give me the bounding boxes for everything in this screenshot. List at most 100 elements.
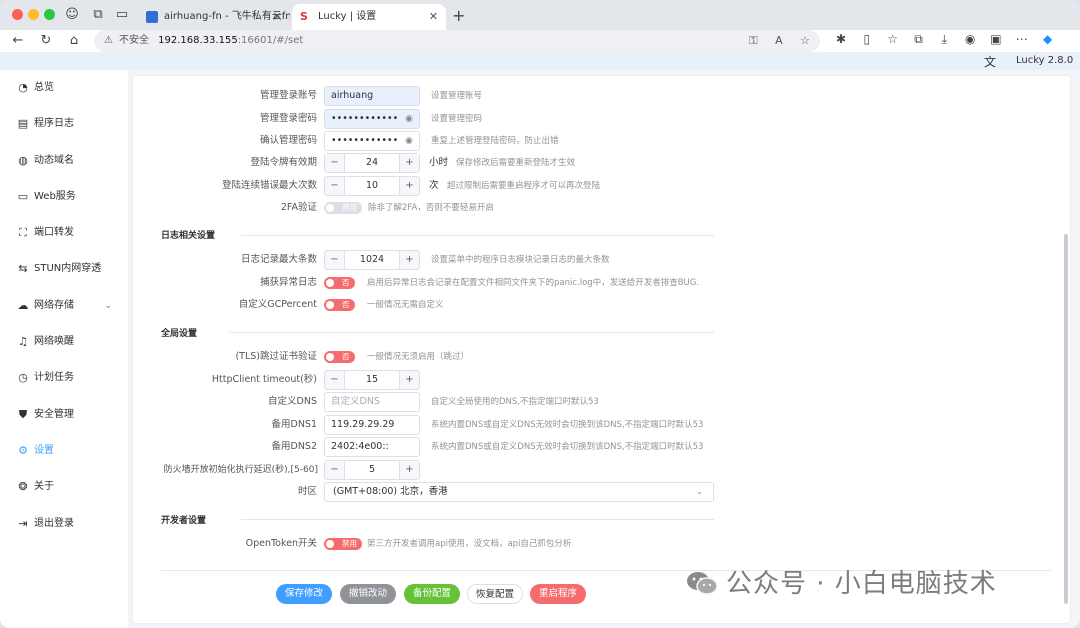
- http-timeout-stepper[interactable]: −15 +: [324, 370, 420, 390]
- stepper-value[interactable]: 15: [345, 371, 399, 389]
- stepper-value[interactable]: 5: [345, 461, 399, 479]
- home-icon[interactable]: ⌂: [65, 32, 83, 50]
- sidebar-item-ddns[interactable]: ◍ 动态域名: [0, 149, 128, 173]
- account-hint: 设置管理账号: [431, 91, 483, 101]
- tab-airhuang-fn[interactable]: airhuang-fn - 飞牛私有云fnOS ✕: [138, 4, 290, 30]
- stepper-value[interactable]: 10: [345, 177, 399, 195]
- sidebar-item-wol[interactable]: ♫ 网络唤醒: [0, 330, 128, 354]
- download-icon[interactable]: ⤓: [933, 32, 955, 47]
- copilot-icon[interactable]: ◆: [1037, 32, 1059, 46]
- sidebar-item-settings[interactable]: ⚙ 设置: [0, 439, 128, 463]
- screenshot-icon[interactable]: ▣: [985, 32, 1007, 46]
- decrement-button[interactable]: −: [325, 154, 345, 172]
- stepper-value[interactable]: 24: [345, 154, 399, 172]
- collections-icon[interactable]: ⧉: [90, 7, 106, 23]
- decrement-button[interactable]: −: [325, 251, 345, 269]
- firewall-delay-row: 防火墙开放初始化执行延迟(秒),[5-60] −5 +: [133, 460, 1072, 480]
- scrollbar[interactable]: [1064, 234, 1068, 604]
- back-icon[interactable]: ←: [9, 32, 27, 50]
- tab-lucky-settings[interactable]: S Lucky | 设置 ✕: [292, 4, 446, 30]
- eye-icon[interactable]: ◉: [405, 132, 413, 150]
- close-tab-icon[interactable]: ✕: [429, 4, 438, 30]
- collections-toolbar-icon[interactable]: ⧉: [907, 32, 929, 47]
- profile-icon[interactable]: ☺: [64, 7, 80, 23]
- account-label: 管理登录账号: [259, 90, 317, 101]
- log-section-title: 日志相关设置: [161, 231, 216, 241]
- extensions-icon[interactable]: ✱: [830, 32, 852, 46]
- new-tab-icon[interactable]: +: [452, 6, 465, 25]
- address-bar[interactable]: ⚠ 不安全 192.168.33.155:16601/#/set ⚿ A ☆: [94, 30, 820, 52]
- max-logs-stepper[interactable]: −1024 +: [324, 250, 420, 270]
- sidebar-item-storage[interactable]: ☁ 网络存储 ⌄: [0, 294, 128, 318]
- custom-dns-input[interactable]: 自定义DNS: [324, 392, 420, 412]
- twofa-switch[interactable]: 禁用: [324, 202, 362, 214]
- opentoken-hint: 第三方开发者调用api使用，没文档，api自己抓包分析: [367, 539, 572, 549]
- close-window-button[interactable]: [12, 9, 23, 20]
- max-errors-stepper[interactable]: −10 +: [324, 176, 420, 196]
- reload-icon[interactable]: ↻: [37, 32, 55, 50]
- eye-icon[interactable]: ◉: [405, 110, 413, 128]
- firewall-delay-stepper[interactable]: −5 +: [324, 460, 420, 480]
- port-icon: ⛶: [19, 226, 27, 239]
- backup-button[interactable]: 备份配置: [404, 584, 460, 604]
- panic-log-switch[interactable]: 否: [324, 277, 355, 289]
- more-menu-icon[interactable]: ⋯: [1011, 32, 1033, 46]
- max-errors-unit: 次: [429, 180, 439, 191]
- security-label[interactable]: 不安全: [119, 35, 149, 46]
- restore-button[interactable]: 恢复配置: [467, 584, 523, 604]
- sidebar-item-security[interactable]: ⛊ 安全管理: [0, 403, 128, 427]
- zoom-window-button[interactable]: [44, 9, 55, 20]
- stepper-value[interactable]: 1024: [345, 251, 399, 269]
- favorite-star-icon[interactable]: ☆: [800, 34, 810, 47]
- vpn-icon[interactable]: ◉: [959, 32, 981, 46]
- close-tab-icon[interactable]: ✕: [273, 4, 282, 30]
- switch-text: 否: [342, 352, 350, 361]
- increment-button[interactable]: +: [399, 177, 419, 195]
- sidebar-item-port-forward[interactable]: ⛶ 端口转发: [0, 221, 128, 245]
- undo-button[interactable]: 撤销改动: [340, 584, 396, 604]
- sidebar-item-tasks[interactable]: ◷ 计划任务: [0, 366, 128, 390]
- increment-button[interactable]: +: [399, 251, 419, 269]
- tab-actions-icon[interactable]: ▭: [114, 7, 130, 23]
- opentoken-switch[interactable]: 禁用: [324, 538, 362, 550]
- sidebar-item-logs[interactable]: ▤ 程序日志: [0, 112, 128, 136]
- panic-log-row: 捕获异常日志 否 启用后异常日志会记录在配置文件相同文件夹下的panic.log…: [133, 273, 1072, 293]
- increment-button[interactable]: +: [399, 154, 419, 172]
- language-icon[interactable]: 文: [984, 53, 996, 70]
- split-screen-icon[interactable]: ▯: [856, 32, 878, 46]
- decrement-button[interactable]: −: [325, 177, 345, 195]
- token-expiry-stepper[interactable]: −24 +: [324, 153, 420, 173]
- password-confirm-input[interactable]: •••••••••••• ◉: [324, 131, 420, 151]
- watermark: 公众号 · 小白电脑技术: [686, 563, 997, 600]
- dns1-input[interactable]: 119.29.29.29: [324, 415, 420, 435]
- password-key-icon[interactable]: ⚿: [749, 34, 757, 47]
- password-input[interactable]: •••••••••••• ◉: [324, 109, 420, 129]
- section-divider: [241, 519, 714, 520]
- account-input[interactable]: airhuang: [324, 86, 420, 106]
- decrement-button[interactable]: −: [325, 371, 345, 389]
- sidebar-item-stun[interactable]: ⇆ STUN内网穿透: [0, 257, 128, 281]
- increment-button[interactable]: +: [399, 461, 419, 479]
- sidebar-item-about[interactable]: ❂ 关于: [0, 475, 128, 499]
- timezone-select[interactable]: (GMT+08:00) 北京，香港 ⌄: [324, 482, 714, 502]
- dns2-input[interactable]: 2402:4e00::: [324, 437, 420, 457]
- not-secure-icon[interactable]: ⚠: [104, 35, 113, 46]
- favorites-icon[interactable]: ☆: [882, 32, 904, 46]
- restart-button[interactable]: 重启程序: [530, 584, 586, 604]
- minimize-window-button[interactable]: [28, 9, 39, 20]
- read-aloud-icon[interactable]: A: [775, 34, 783, 47]
- tls-skip-switch[interactable]: 否: [324, 351, 355, 363]
- password-confirm-value: ••••••••••••: [331, 135, 399, 146]
- page: 文 Lucky 2.8.0 ◔ 总览 ▤ 程序日志 ◍ 动态域名 ▭ Web服务 ⛶ 端口…: [0, 52, 1080, 628]
- sidebar-item-overview[interactable]: ◔ 总览: [0, 76, 128, 100]
- save-button[interactable]: 保存修改: [276, 584, 332, 604]
- account-row: 管理登录账号 airhuang 设置管理账号: [133, 86, 1072, 106]
- http-timeout-row: HttpClient timeout(秒) −15 +: [133, 370, 1072, 390]
- increment-button[interactable]: +: [399, 371, 419, 389]
- browser-window: ☺ ⧉ ▭ airhuang-fn - 飞牛私有云fnOS ✕ S Lucky …: [0, 0, 1080, 628]
- sidebar-item-web-service[interactable]: ▭ Web服务: [0, 185, 128, 209]
- sidebar-item-logout[interactable]: ⇥ 退出登录: [0, 512, 128, 536]
- decrement-button[interactable]: −: [325, 461, 345, 479]
- panic-log-hint: 启用后异常日志会记录在配置文件相同文件夹下的panic.log中，发送给开发者排…: [367, 278, 700, 288]
- gc-percent-switch[interactable]: 否: [324, 299, 355, 311]
